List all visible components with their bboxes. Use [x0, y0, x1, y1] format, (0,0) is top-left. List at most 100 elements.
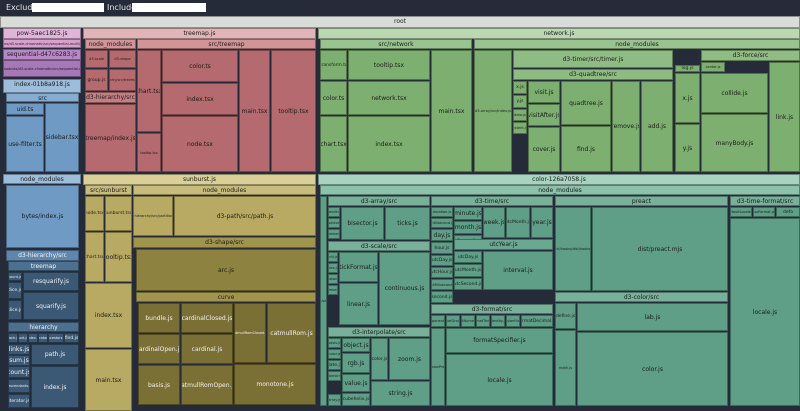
- d3-shape-folder[interactable]: d3-shape/src: [133, 237, 316, 248]
- file-network-tsx[interactable]: network.tsx: [348, 81, 430, 115]
- file-string[interactable]: string.js: [371, 381, 430, 406]
- file-sunburst-index[interactable]: index.tsx: [85, 283, 132, 348]
- file-rgb[interactable]: rgb.js: [342, 353, 370, 373]
- treemap-src-folder[interactable]: src/treemap: [137, 39, 316, 49]
- file-millisecond[interactable]: millisecond.js: [431, 218, 453, 228]
- file-minute[interactable]: minute.js: [454, 207, 482, 220]
- file-group[interactable]: group.js: [85, 69, 108, 91]
- file-color-small[interactable]: math.js: [555, 330, 576, 406]
- file-network-chart[interactable]: chart.tsx: [320, 116, 347, 172]
- file-quadtree-extent[interactable]: extent.js: [513, 122, 527, 134]
- file-scale-init[interactable]: init.js: [328, 252, 338, 262]
- file-iterator-small[interactable]: iterator.js: [38, 333, 48, 343]
- file-col-small[interactable]: d3-scale-chromatic/src/sequential-multi/…: [320, 196, 327, 406]
- file-utcsecond[interactable]: utcSecond.js: [454, 278, 482, 290]
- bundle-pow[interactable]: pow-5aec1825.js: [3, 28, 81, 39]
- pow-module[interactable]: node_modules/d3-scale-chromatic/src/sequ…: [3, 39, 81, 48]
- file-linear[interactable]: linear.js: [339, 283, 378, 325]
- preact-folder[interactable]: preact: [555, 196, 728, 206]
- file-exponent[interactable]: exponent.js: [431, 315, 445, 327]
- file-format-identity[interactable]: identity.js: [491, 315, 505, 327]
- file-resquarify[interactable]: resquarify.js: [23, 272, 79, 291]
- d3-format-folder[interactable]: d3-format/src: [431, 304, 553, 314]
- file-bytes-index[interactable]: bytes/index.js: [6, 185, 79, 248]
- file-sunburst-chart[interactable]: chart.tsx: [85, 232, 104, 282]
- file-network-index[interactable]: index.tsx: [348, 116, 430, 172]
- file-hierarchy-index-small[interactable]: index.js: [28, 333, 38, 343]
- file-tm-small[interactable]: tooltip.tsx: [137, 133, 161, 172]
- file-uid[interactable]: uid.ts: [6, 103, 44, 115]
- bundle-sequential[interactable]: sequential-d47c6283.js: [3, 49, 81, 60]
- file-cardinalclosed[interactable]: cardinalClosed.js: [181, 303, 233, 333]
- d3-color-folder[interactable]: d3-color/src: [555, 292, 728, 302]
- file-log[interactable]: log.js: [675, 65, 700, 72]
- file-squarify[interactable]: squarify.js: [23, 292, 79, 320]
- file-precisionprefix[interactable]: precisionPrefix.js: [431, 328, 445, 406]
- file-scale-nice[interactable]: nice.js: [328, 263, 338, 273]
- file-d3-array-index[interactable]: d3-array/src/index.js: [474, 50, 512, 172]
- file-force-y[interactable]: y.js: [675, 124, 700, 172]
- tm-d3-hierarchy-folder[interactable]: d3-hierarchy/src: [85, 92, 136, 103]
- file-transform[interactable]: transform.ts: [320, 50, 347, 80]
- file-second[interactable]: second.js: [431, 291, 453, 303]
- file-network-main[interactable]: main.tsx: [431, 50, 472, 172]
- file-tm-b[interactable]: d3-shape: [109, 50, 136, 68]
- file-interp-array[interactable]: array.js: [328, 394, 341, 406]
- force-folder[interactable]: d3-force/src: [701, 50, 800, 61]
- file-bisector-small[interactable]: bisector.js: [328, 218, 340, 228]
- file-remove[interactable]: remove.js: [612, 81, 640, 172]
- file-treemap-count[interactable]: count.js: [8, 272, 22, 281]
- file-sunburst-tooltip[interactable]: tooltip.tsx: [105, 232, 132, 282]
- file-scale-number[interactable]: number.js: [328, 285, 338, 295]
- d3-hierarchy-folder[interactable]: d3-hierarchy/src: [6, 250, 79, 261]
- file-formatspecifier[interactable]: formatSpecifier.js: [446, 328, 553, 353]
- file-path[interactable]: path.js: [31, 344, 79, 365]
- file-utcday[interactable]: utcDay.js: [431, 255, 453, 266]
- file-utcmonth[interactable]: utcMonth.js: [454, 264, 482, 277]
- file-sunburst-node[interactable]: node.tsx: [85, 196, 104, 231]
- file-utcyear[interactable]: utcYear.js: [454, 239, 553, 250]
- file-formatnumerals[interactable]: formatNumerals.js: [461, 315, 475, 327]
- file-add[interactable]: add.js: [641, 81, 673, 172]
- file-link[interactable]: link.js: [769, 62, 800, 172]
- file-tm-c[interactable]: d3-hierarchy/src/treemap/dice.js: [109, 69, 136, 91]
- treemap-node-modules[interactable]: node_modules: [85, 39, 136, 49]
- file-interp-numberarray[interactable]: numberArray.js: [328, 371, 341, 381]
- file-zoom[interactable]: zoom.js: [389, 338, 430, 380]
- file-visit[interactable]: visit.js: [528, 81, 560, 103]
- d3-interpolate-folder[interactable]: d3-interpolate/src: [328, 327, 430, 337]
- file-links[interactable]: links.js: [8, 344, 30, 355]
- file-week[interactable]: week.js: [483, 207, 505, 238]
- file-ascending[interactable]: ascending.js: [328, 207, 340, 217]
- file-interval[interactable]: interval.js: [483, 251, 553, 290]
- file-month[interactable]: month.js: [454, 221, 482, 234]
- file-sum[interactable]: sum.js: [8, 355, 30, 366]
- file-scale-constant[interactable]: constant.js: [328, 274, 338, 284]
- file-color[interactable]: color.ts: [162, 50, 238, 82]
- file-quadtree-data[interactable]: data.js: [513, 109, 527, 121]
- file-timeformat-defaultlocale[interactable]: defaultLocale.js: [730, 207, 752, 217]
- file-tickformat[interactable]: tickFormat.js: [339, 252, 378, 282]
- d3-time-folder[interactable]: d3-time/src: [431, 196, 553, 206]
- file-chart[interactable]: chart.tsx: [137, 50, 161, 132]
- file-interp-basis[interactable]: basis.js: [328, 338, 341, 348]
- file-basis[interactable]: basis.js: [138, 365, 180, 405]
- file-each[interactable]: each.js: [8, 333, 18, 343]
- file-count[interactable]: count.js: [8, 366, 30, 378]
- file-quadtree[interactable]: quadtree.js: [561, 81, 611, 125]
- file-catmullromopen[interactable]: catmullRomOpen.js: [181, 365, 233, 405]
- file-visitafter[interactable]: visitAfter.js: [528, 104, 560, 126]
- file-network-color[interactable]: color.ts: [320, 81, 347, 115]
- file-iterator[interactable]: iterator.js: [8, 394, 30, 408]
- file-manybody[interactable]: manyBody.js: [701, 114, 768, 172]
- file-utcday-2[interactable]: utcDay.js: [454, 251, 482, 263]
- color-node-modules[interactable]: node_modules: [320, 185, 800, 195]
- file-interpolate-color[interactable]: color.js: [371, 338, 388, 380]
- file-find[interactable]: find.js: [64, 333, 79, 343]
- d3-scale-folder[interactable]: d3-scale/src: [328, 241, 430, 251]
- file-use-filter[interactable]: use-filter.ts: [6, 116, 44, 172]
- file-cardinalopen[interactable]: cardinalOpen.js: [138, 334, 180, 364]
- file-defaultlocale[interactable]: defa: [776, 207, 800, 217]
- file-dice[interactable]: dice.js: [8, 282, 22, 299]
- bundle-network[interactable]: network.js: [318, 28, 800, 39]
